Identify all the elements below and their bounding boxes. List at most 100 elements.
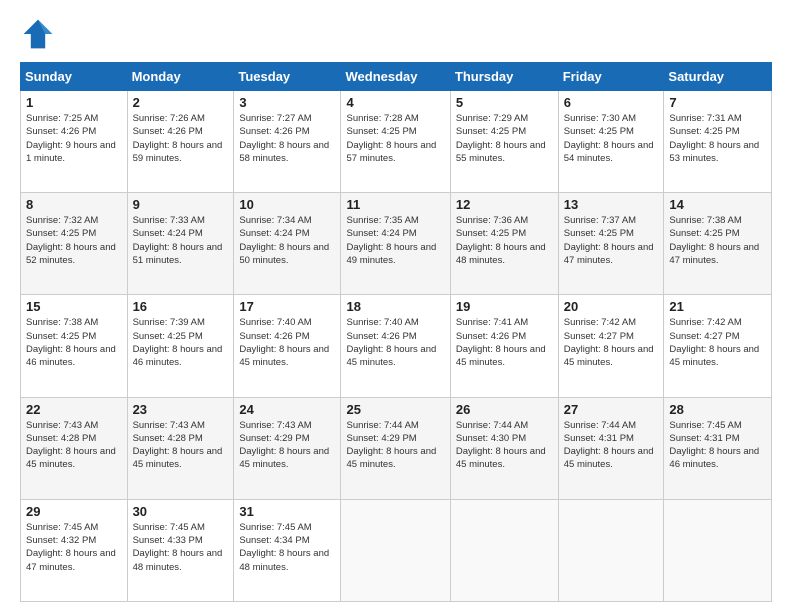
day-info: Sunrise: 7:32 AMSunset: 4:25 PMDaylight:…	[26, 215, 116, 266]
day-info: Sunrise: 7:40 AMSunset: 4:26 PMDaylight:…	[346, 317, 436, 368]
calendar-cell: 9 Sunrise: 7:33 AMSunset: 4:24 PMDayligh…	[127, 193, 234, 295]
day-info: Sunrise: 7:45 AMSunset: 4:32 PMDaylight:…	[26, 522, 116, 573]
day-number: 14	[669, 197, 766, 212]
day-info: Sunrise: 7:42 AMSunset: 4:27 PMDaylight:…	[564, 317, 654, 368]
day-number: 25	[346, 402, 444, 417]
day-info: Sunrise: 7:40 AMSunset: 4:26 PMDaylight:…	[239, 317, 329, 368]
day-number: 23	[133, 402, 229, 417]
weekday-header-saturday: Saturday	[664, 63, 772, 91]
day-info: Sunrise: 7:38 AMSunset: 4:25 PMDaylight:…	[26, 317, 116, 368]
calendar-cell: 11 Sunrise: 7:35 AMSunset: 4:24 PMDaylig…	[341, 193, 450, 295]
day-number: 16	[133, 299, 229, 314]
day-number: 22	[26, 402, 122, 417]
day-info: Sunrise: 7:45 AMSunset: 4:31 PMDaylight:…	[669, 420, 759, 471]
day-info: Sunrise: 7:45 AMSunset: 4:34 PMDaylight:…	[239, 522, 329, 573]
day-number: 2	[133, 95, 229, 110]
calendar-cell: 21 Sunrise: 7:42 AMSunset: 4:27 PMDaylig…	[664, 295, 772, 397]
weekday-header-monday: Monday	[127, 63, 234, 91]
day-number: 9	[133, 197, 229, 212]
day-number: 30	[133, 504, 229, 519]
day-info: Sunrise: 7:44 AMSunset: 4:30 PMDaylight:…	[456, 420, 546, 471]
calendar-cell: 18 Sunrise: 7:40 AMSunset: 4:26 PMDaylig…	[341, 295, 450, 397]
calendar-cell	[664, 499, 772, 601]
calendar-cell: 31 Sunrise: 7:45 AMSunset: 4:34 PMDaylig…	[234, 499, 341, 601]
weekday-header-wednesday: Wednesday	[341, 63, 450, 91]
logo-icon	[20, 16, 56, 52]
calendar-cell: 20 Sunrise: 7:42 AMSunset: 4:27 PMDaylig…	[558, 295, 664, 397]
calendar-cell	[341, 499, 450, 601]
calendar-cell: 7 Sunrise: 7:31 AMSunset: 4:25 PMDayligh…	[664, 91, 772, 193]
day-info: Sunrise: 7:45 AMSunset: 4:33 PMDaylight:…	[133, 522, 223, 573]
calendar-cell: 1 Sunrise: 7:25 AMSunset: 4:26 PMDayligh…	[21, 91, 128, 193]
day-info: Sunrise: 7:29 AMSunset: 4:25 PMDaylight:…	[456, 113, 546, 164]
day-number: 7	[669, 95, 766, 110]
calendar-cell: 8 Sunrise: 7:32 AMSunset: 4:25 PMDayligh…	[21, 193, 128, 295]
day-number: 29	[26, 504, 122, 519]
day-info: Sunrise: 7:44 AMSunset: 4:31 PMDaylight:…	[564, 420, 654, 471]
day-info: Sunrise: 7:41 AMSunset: 4:26 PMDaylight:…	[456, 317, 546, 368]
calendar-cell: 3 Sunrise: 7:27 AMSunset: 4:26 PMDayligh…	[234, 91, 341, 193]
day-number: 19	[456, 299, 553, 314]
day-info: Sunrise: 7:39 AMSunset: 4:25 PMDaylight:…	[133, 317, 223, 368]
calendar-cell: 27 Sunrise: 7:44 AMSunset: 4:31 PMDaylig…	[558, 397, 664, 499]
day-number: 17	[239, 299, 335, 314]
day-number: 26	[456, 402, 553, 417]
calendar-cell: 10 Sunrise: 7:34 AMSunset: 4:24 PMDaylig…	[234, 193, 341, 295]
page-header	[20, 16, 772, 52]
day-info: Sunrise: 7:44 AMSunset: 4:29 PMDaylight:…	[346, 420, 436, 471]
day-number: 1	[26, 95, 122, 110]
day-info: Sunrise: 7:35 AMSunset: 4:24 PMDaylight:…	[346, 215, 436, 266]
calendar-cell: 28 Sunrise: 7:45 AMSunset: 4:31 PMDaylig…	[664, 397, 772, 499]
day-info: Sunrise: 7:27 AMSunset: 4:26 PMDaylight:…	[239, 113, 329, 164]
day-number: 20	[564, 299, 659, 314]
day-info: Sunrise: 7:26 AMSunset: 4:26 PMDaylight:…	[133, 113, 223, 164]
day-number: 12	[456, 197, 553, 212]
calendar-cell	[558, 499, 664, 601]
calendar-cell: 30 Sunrise: 7:45 AMSunset: 4:33 PMDaylig…	[127, 499, 234, 601]
calendar-cell: 14 Sunrise: 7:38 AMSunset: 4:25 PMDaylig…	[664, 193, 772, 295]
calendar-cell: 15 Sunrise: 7:38 AMSunset: 4:25 PMDaylig…	[21, 295, 128, 397]
day-number: 28	[669, 402, 766, 417]
day-number: 4	[346, 95, 444, 110]
day-number: 15	[26, 299, 122, 314]
day-number: 10	[239, 197, 335, 212]
day-info: Sunrise: 7:25 AMSunset: 4:26 PMDaylight:…	[26, 113, 116, 164]
day-info: Sunrise: 7:43 AMSunset: 4:29 PMDaylight:…	[239, 420, 329, 471]
calendar-cell: 17 Sunrise: 7:40 AMSunset: 4:26 PMDaylig…	[234, 295, 341, 397]
day-number: 11	[346, 197, 444, 212]
calendar-cell: 23 Sunrise: 7:43 AMSunset: 4:28 PMDaylig…	[127, 397, 234, 499]
day-info: Sunrise: 7:37 AMSunset: 4:25 PMDaylight:…	[564, 215, 654, 266]
calendar-cell: 6 Sunrise: 7:30 AMSunset: 4:25 PMDayligh…	[558, 91, 664, 193]
calendar-cell: 19 Sunrise: 7:41 AMSunset: 4:26 PMDaylig…	[450, 295, 558, 397]
day-info: Sunrise: 7:34 AMSunset: 4:24 PMDaylight:…	[239, 215, 329, 266]
day-number: 21	[669, 299, 766, 314]
weekday-header-thursday: Thursday	[450, 63, 558, 91]
day-number: 8	[26, 197, 122, 212]
day-number: 5	[456, 95, 553, 110]
day-info: Sunrise: 7:30 AMSunset: 4:25 PMDaylight:…	[564, 113, 654, 164]
day-info: Sunrise: 7:33 AMSunset: 4:24 PMDaylight:…	[133, 215, 223, 266]
day-info: Sunrise: 7:31 AMSunset: 4:25 PMDaylight:…	[669, 113, 759, 164]
day-number: 24	[239, 402, 335, 417]
calendar-cell: 29 Sunrise: 7:45 AMSunset: 4:32 PMDaylig…	[21, 499, 128, 601]
calendar-cell: 25 Sunrise: 7:44 AMSunset: 4:29 PMDaylig…	[341, 397, 450, 499]
day-info: Sunrise: 7:28 AMSunset: 4:25 PMDaylight:…	[346, 113, 436, 164]
weekday-header-sunday: Sunday	[21, 63, 128, 91]
day-number: 18	[346, 299, 444, 314]
calendar-cell: 4 Sunrise: 7:28 AMSunset: 4:25 PMDayligh…	[341, 91, 450, 193]
calendar-cell: 2 Sunrise: 7:26 AMSunset: 4:26 PMDayligh…	[127, 91, 234, 193]
day-number: 13	[564, 197, 659, 212]
day-info: Sunrise: 7:36 AMSunset: 4:25 PMDaylight:…	[456, 215, 546, 266]
calendar-cell: 13 Sunrise: 7:37 AMSunset: 4:25 PMDaylig…	[558, 193, 664, 295]
day-info: Sunrise: 7:43 AMSunset: 4:28 PMDaylight:…	[26, 420, 116, 471]
calendar-table: SundayMondayTuesdayWednesdayThursdayFrid…	[20, 62, 772, 602]
weekday-header-tuesday: Tuesday	[234, 63, 341, 91]
day-info: Sunrise: 7:42 AMSunset: 4:27 PMDaylight:…	[669, 317, 759, 368]
weekday-header-friday: Friday	[558, 63, 664, 91]
calendar-cell: 5 Sunrise: 7:29 AMSunset: 4:25 PMDayligh…	[450, 91, 558, 193]
day-info: Sunrise: 7:38 AMSunset: 4:25 PMDaylight:…	[669, 215, 759, 266]
calendar-cell: 24 Sunrise: 7:43 AMSunset: 4:29 PMDaylig…	[234, 397, 341, 499]
calendar-cell: 16 Sunrise: 7:39 AMSunset: 4:25 PMDaylig…	[127, 295, 234, 397]
day-number: 6	[564, 95, 659, 110]
calendar-cell	[450, 499, 558, 601]
